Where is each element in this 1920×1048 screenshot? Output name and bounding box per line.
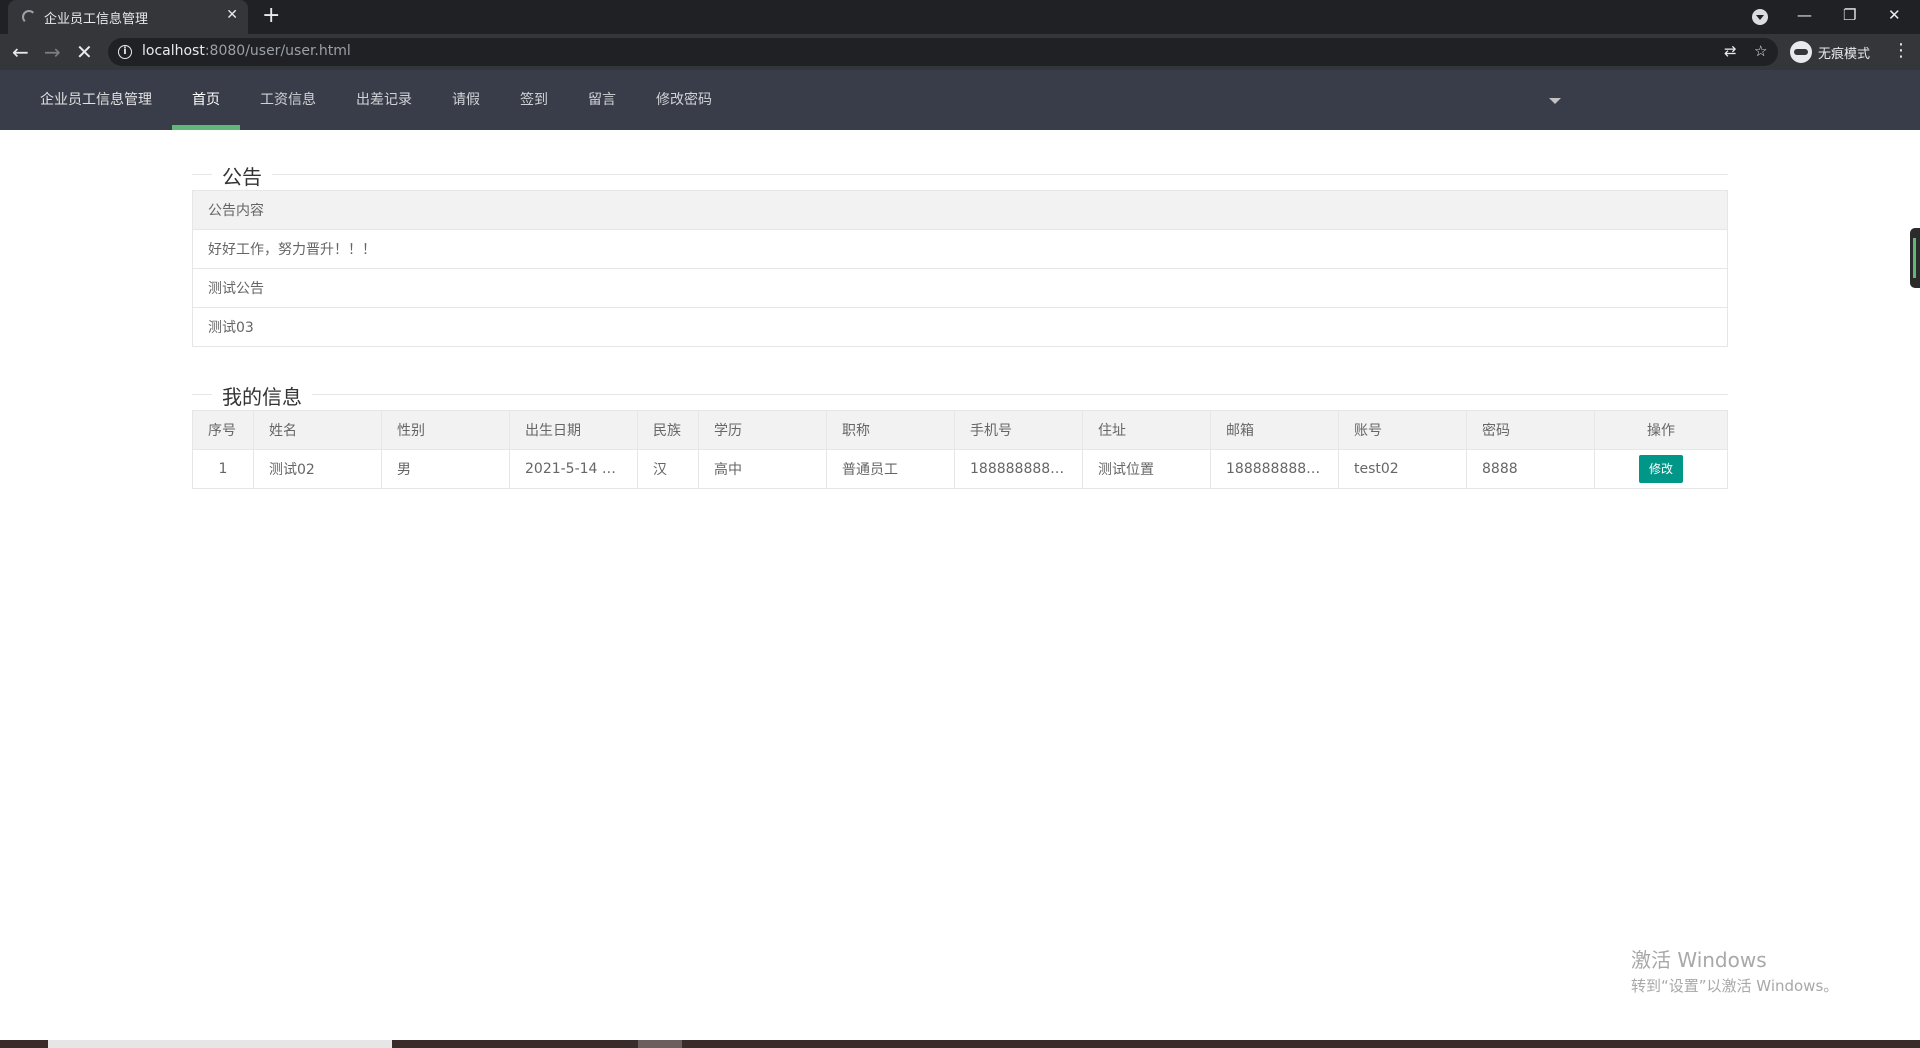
column-header-ethnicity: 民族 <box>637 410 699 450</box>
notice-cell: 测试03 <box>192 307 1728 347</box>
cell-actions: 修改 <box>1594 449 1728 489</box>
column-header-phone: 手机号 <box>954 410 1083 450</box>
new-tab-button[interactable]: + <box>262 4 280 28</box>
column-header-title: 职称 <box>826 410 955 450</box>
restore-button[interactable]: ❐ <box>1843 2 1856 28</box>
my-info-section-heading: 我的信息 <box>192 350 1728 410</box>
user-dropdown-caret-icon[interactable] <box>1549 98 1561 104</box>
translate-icon[interactable]: ⇄ <box>1724 42 1737 60</box>
cell-email: 1888888888... <box>1210 449 1339 489</box>
column-header-birthdate: 出生日期 <box>509 410 638 450</box>
cell-index: 1 <box>192 449 254 489</box>
nav-item-messages[interactable]: 留言 <box>568 70 636 130</box>
watermark-subtitle: 转到“设置”以激活 Windows。 <box>1631 977 1839 995</box>
url-text[interactable]: localhost:8080/user/user.html <box>142 43 351 59</box>
address-bar[interactable]: i localhost:8080/user/user.html ⇄ ☆ <box>108 38 1778 66</box>
table-row: 测试公告 <box>192 268 1728 308</box>
incognito-icon <box>1790 41 1812 63</box>
edit-button[interactable]: 修改 <box>1639 455 1683 483</box>
nav-item-business-trip[interactable]: 出差记录 <box>336 70 432 130</box>
main-nav: 首页 工资信息 出差记录 请假 签到 留言 修改密码 <box>172 70 732 130</box>
cell-address: 测试位置 <box>1082 449 1211 489</box>
bookmark-star-icon[interactable]: ☆ <box>1754 42 1767 60</box>
column-header-education: 学历 <box>698 410 827 450</box>
stop-loading-icon[interactable]: ✕ <box>76 40 93 64</box>
column-header-index: 序号 <box>192 410 254 450</box>
loading-spinner-icon <box>22 10 36 24</box>
windows-activation-watermark: 激活 Windows 转到“设置”以激活 Windows。 <box>1631 944 1838 996</box>
nav-item-change-password[interactable]: 修改密码 <box>636 70 732 130</box>
cell-education: 高中 <box>698 449 827 489</box>
incognito-label: 无痕模式 <box>1818 46 1871 62</box>
cell-gender: 男 <box>381 449 510 489</box>
minimize-button[interactable]: — <box>1797 2 1812 28</box>
cell-name: 测试02 <box>253 449 382 489</box>
browser-tab[interactable]: 企业员工信息管理 ✕ <box>8 0 248 34</box>
back-arrow-icon[interactable]: ← <box>12 40 29 64</box>
column-header-account: 账号 <box>1338 410 1467 450</box>
column-header-actions: 操作 <box>1594 410 1728 450</box>
window-close-button[interactable]: ✕ <box>1888 2 1901 28</box>
taskbar-item[interactable] <box>48 1040 392 1048</box>
table-row: 1 测试02 男 2021-5-14 1... 汉 高中 普通员工 188888… <box>192 449 1728 489</box>
browser-tab-strip: 企业员工信息管理 ✕ + — ❐ ✕ <box>0 0 1920 34</box>
forward-arrow-icon[interactable]: → <box>44 40 61 64</box>
cell-birthdate: 2021-5-14 1... <box>509 449 638 489</box>
my-info-table: 序号 姓名 性别 出生日期 民族 学历 职称 手机号 住址 邮箱 账号 密码 操… <box>192 410 1728 489</box>
browser-toolbar: ← → ✕ i localhost:8080/user/user.html ⇄ … <box>0 34 1920 70</box>
cell-password: 8888 <box>1466 449 1595 489</box>
cell-phone: 18888888888 <box>954 449 1083 489</box>
column-header-name: 姓名 <box>253 410 382 450</box>
side-extension-tab[interactable] <box>1910 228 1920 288</box>
notice-cell: 测试公告 <box>192 268 1728 308</box>
nav-item-salary[interactable]: 工资信息 <box>240 70 336 130</box>
nav-item-check-in[interactable]: 签到 <box>500 70 568 130</box>
watermark-title: 激活 Windows <box>1631 948 1767 972</box>
site-info-icon[interactable]: i <box>118 45 132 59</box>
app-header: 企业员工信息管理 首页 工资信息 出差记录 请假 签到 留言 修改密码 <box>0 70 1920 130</box>
column-header-address: 住址 <box>1082 410 1211 450</box>
nav-item-home[interactable]: 首页 <box>172 70 240 130</box>
tab-search-icon[interactable] <box>1752 9 1768 25</box>
notice-column-header: 公告内容 <box>192 190 1728 230</box>
nav-item-leave[interactable]: 请假 <box>432 70 500 130</box>
cell-title: 普通员工 <box>826 449 955 489</box>
cell-ethnicity: 汉 <box>637 449 699 489</box>
tab-close-icon[interactable]: ✕ <box>226 7 238 23</box>
column-header-gender: 性别 <box>381 410 510 450</box>
notice-cell: 好好工作，努力晋升！！！ <box>192 229 1728 269</box>
cell-account: test02 <box>1338 449 1467 489</box>
notice-table: 公告内容 好好工作，努力晋升！！！ 测试公告 测试03 <box>192 190 1728 347</box>
browser-menu-icon[interactable]: ⋮ <box>1892 40 1910 61</box>
table-row: 测试03 <box>192 307 1728 347</box>
column-header-password: 密码 <box>1466 410 1595 450</box>
taskbar-item[interactable] <box>638 1040 682 1048</box>
my-info-section-title: 我的信息 <box>212 381 312 410</box>
table-row: 好好工作，努力晋升！！！ <box>192 229 1728 269</box>
tab-title: 企业员工信息管理 <box>44 12 149 27</box>
app-logo: 企业员工信息管理 <box>40 92 152 108</box>
incognito-indicator[interactable]: 无痕模式 <box>1790 39 1870 65</box>
main-content: 公告 公告内容 好好工作，努力晋升！！！ 测试公告 测试03 我的信息 序号 姓… <box>192 130 1728 489</box>
notice-section-title: 公告 <box>212 161 272 190</box>
column-header-email: 邮箱 <box>1210 410 1339 450</box>
notice-section-heading: 公告 <box>192 130 1728 190</box>
